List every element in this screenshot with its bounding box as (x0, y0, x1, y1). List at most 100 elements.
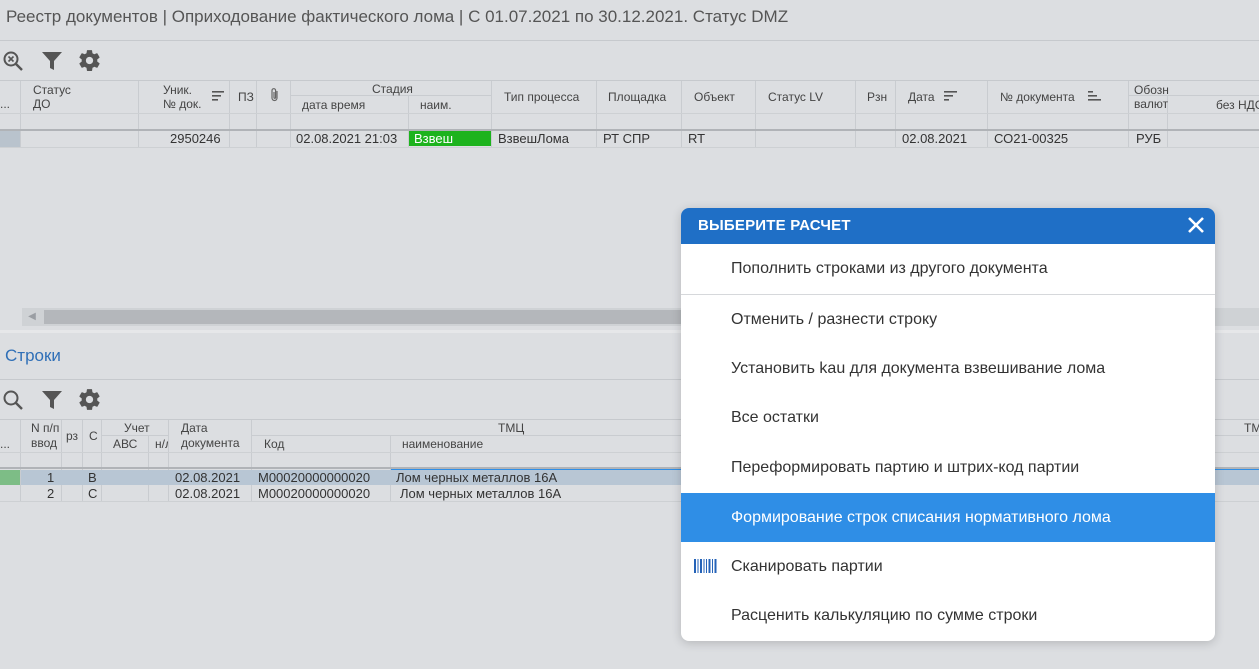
header-object[interactable]: Объект (694, 90, 735, 104)
menu-item-set-kau[interactable]: Установить kau для документа взвешивание… (681, 344, 1215, 393)
cell-doc-number[interactable]: СО21-00325 (994, 131, 1068, 147)
zoom-icon[interactable] (2, 50, 24, 72)
menu-item-label: Установить kau для документа взвешивание… (731, 360, 1106, 377)
stage-badge[interactable]: Взвеш (409, 131, 491, 146)
filter-icon[interactable] (40, 388, 64, 412)
row-selector[interactable] (0, 131, 20, 147)
header-unique-sub: № док. (163, 97, 202, 111)
divider (0, 80, 1259, 81)
header-currency[interactable]: Обозн (1134, 83, 1169, 97)
menu-item-reform-batch-barcode[interactable]: Переформировать партию и штрих-код парти… (681, 443, 1215, 492)
header-date[interactable]: Дата (181, 421, 208, 435)
header-site[interactable]: Площадка (608, 90, 666, 104)
header-np[interactable]: N п/п (31, 421, 59, 435)
gear-icon[interactable] (77, 48, 102, 73)
more-columns-button[interactable]: ... (0, 437, 10, 451)
header-status-do[interactable]: Статус (33, 83, 71, 97)
section-title-lines: Строки (5, 346, 61, 365)
sort-desc-icon[interactable] (944, 90, 958, 102)
search-icon[interactable] (2, 389, 24, 411)
header-c[interactable]: С (89, 429, 98, 443)
cell-currency[interactable]: РУБ (1136, 131, 1161, 147)
col-sep (251, 420, 252, 502)
scroll-left-icon[interactable]: ◀ (22, 308, 42, 326)
col-sep (596, 81, 597, 147)
close-icon[interactable] (1185, 214, 1207, 236)
header-nl[interactable]: н/л (155, 437, 168, 451)
header-process-type[interactable]: Тип процесса (504, 90, 579, 104)
header-uchet[interactable]: Учет (124, 421, 150, 435)
cell-n[interactable]: 1 (47, 470, 54, 486)
cell-process-type[interactable]: ВзвешЛома (498, 131, 569, 147)
menu-item-all-balances[interactable]: Все остатки (681, 393, 1215, 442)
menu-item-cancel-distribute-line[interactable]: Отменить / разнести строку (681, 295, 1215, 344)
paperclip-icon[interactable] (268, 87, 282, 103)
col-sep (20, 81, 21, 147)
menu-item-price-calculation[interactable]: Расценить калькуляцию по сумме строки (681, 591, 1215, 640)
cell-code[interactable]: М00020000000020 (258, 470, 370, 486)
header-name[interactable]: наименование (402, 437, 483, 451)
cell-date[interactable]: 02.08.2021 (902, 131, 967, 147)
calc-select-dialog: ВЫБЕРИТЕ РАСЧЕТ Пополнить строками из др… (681, 208, 1215, 641)
cell-object[interactable]: RT (688, 131, 705, 147)
cell-n[interactable]: 2 (47, 486, 54, 502)
more-columns-button[interactable]: ... (0, 97, 10, 111)
menu-item-label: Сканировать партии (731, 558, 883, 575)
menu-item-scan-batches[interactable]: Сканировать партии (681, 542, 1215, 591)
menu-item-label: Пополнить строками из другого документа (731, 260, 1048, 277)
header-rzn[interactable]: Рзн (867, 90, 887, 104)
col-sep (20, 420, 21, 502)
divider (0, 113, 1259, 114)
cell-unique[interactable]: 2950246 (170, 131, 221, 147)
sort-asc-icon[interactable] (1088, 90, 1102, 102)
page-title: Реестр документов | Оприходование фактич… (6, 7, 789, 26)
divider (0, 147, 1259, 148)
col-sep (138, 81, 139, 147)
barcode-icon (694, 559, 718, 573)
header-abc[interactable]: АВС (113, 437, 137, 451)
menu-item-fill-from-document[interactable]: Пополнить строками из другого документа (681, 244, 1215, 293)
header-stage-name[interactable]: наим. (420, 98, 452, 112)
header-rz[interactable]: рз (66, 429, 78, 443)
header-status-lv[interactable]: Статус LV (768, 90, 823, 104)
sort-icon[interactable] (212, 90, 226, 102)
header-code[interactable]: Код (264, 437, 284, 451)
header-pz[interactable]: ПЗ (238, 90, 254, 104)
cell-c[interactable]: В (88, 470, 97, 486)
col-sep (755, 81, 756, 147)
menu-item-label: Формирование строк списания нормативного… (731, 509, 1111, 526)
cell-stage-datetime[interactable]: 02.08.2021 21:03 (296, 131, 397, 147)
header-tmc[interactable]: ТМЦ (498, 421, 524, 435)
cell-c[interactable]: С (88, 486, 97, 502)
header-np-sub: ввод (31, 436, 58, 450)
col-sep (987, 81, 988, 147)
header-unique[interactable]: Уник. (163, 83, 192, 97)
header-date[interactable]: Дата (908, 90, 935, 104)
row-selector[interactable] (0, 470, 20, 485)
divider (0, 40, 1259, 41)
filter-icon[interactable] (40, 49, 64, 73)
col-sep (290, 81, 291, 147)
dialog-title: ВЫБЕРИТЕ РАСЧЕТ (698, 217, 851, 234)
cell-date[interactable]: 02.08.2021 (175, 470, 240, 486)
col-sep (256, 81, 257, 147)
col-sep (101, 420, 102, 502)
cell-code[interactable]: М00020000000020 (258, 486, 370, 502)
header-stage[interactable]: Стадия (372, 82, 413, 96)
cell-site[interactable]: РТ СПР (603, 131, 650, 147)
header-tm-right[interactable]: ТМ (1244, 421, 1259, 435)
header-no-vat[interactable]: без НДС (1216, 98, 1259, 112)
menu-item-label: Все остатки (731, 409, 819, 426)
header-stage-datetime[interactable]: дата время (302, 98, 365, 112)
dialog-header: ВЫБЕРИТЕ РАСЧЕТ (681, 208, 1215, 244)
cell-name[interactable]: Лом черных металлов 16А (400, 486, 561, 502)
menu-item-form-writeoff-lines[interactable]: Формирование строк списания нормативного… (681, 493, 1215, 542)
header-doc-number[interactable]: № документа (1000, 90, 1075, 104)
col-sep (148, 436, 149, 502)
scrollbar-thumb[interactable] (44, 310, 684, 324)
cell-name[interactable]: Лом черных металлов 16А (396, 470, 557, 486)
col-sep (681, 81, 682, 147)
col-sep (895, 81, 896, 147)
gear-icon[interactable] (77, 387, 102, 412)
cell-date[interactable]: 02.08.2021 (175, 486, 240, 502)
